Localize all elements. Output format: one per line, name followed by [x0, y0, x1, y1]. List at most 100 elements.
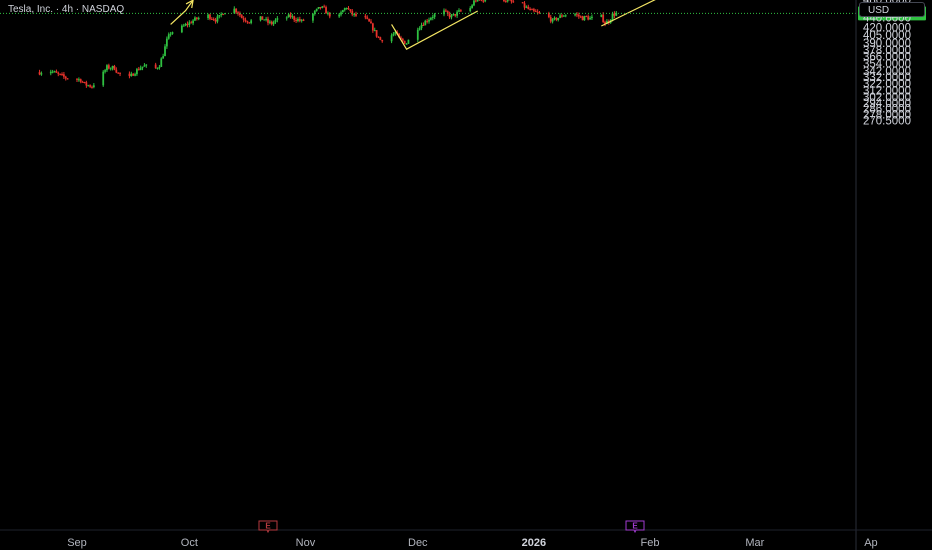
x-tick-label: Feb: [641, 537, 660, 549]
candle-body: [420, 24, 423, 29]
candle-body: [259, 16, 262, 21]
candle-body: [250, 20, 253, 24]
candle-body: [444, 10, 447, 12]
candle-body: [534, 10, 537, 12]
candle-body: [87, 85, 90, 87]
price-axis[interactable]: 580.0000560.0000540.0000520.0000500.0000…: [855, 0, 911, 550]
candle-body: [323, 6, 326, 8]
candle-body: [426, 20, 429, 22]
candle-body: [564, 15, 567, 17]
candle-body: [392, 33, 395, 36]
candle-body: [81, 81, 84, 83]
candle-body: [407, 39, 410, 44]
candle-body: [529, 9, 532, 11]
candle-body: [89, 85, 92, 87]
candle-body: [587, 16, 590, 20]
candle-body: [53, 71, 56, 73]
candle-body: [130, 73, 133, 77]
candle-body: [521, 2, 524, 4]
candle-body: [474, 0, 477, 2]
candle-body: [57, 72, 60, 74]
candle-body: [469, 8, 472, 12]
candle-body: [576, 14, 578, 16]
x-tick-label: Nov: [296, 537, 316, 549]
candle-body: [248, 22, 251, 24]
candle-body: [128, 73, 131, 77]
earnings-marker-label: E: [265, 522, 271, 531]
candle-body: [85, 82, 88, 86]
candle-body: [551, 18, 554, 22]
x-tick-label: Sep: [67, 537, 87, 549]
candle-body: [531, 9, 533, 11]
candle-body: [180, 25, 183, 33]
candle-body: [338, 14, 341, 17]
candle-body: [154, 64, 157, 69]
candle-body: [190, 22, 193, 24]
candle-body: [510, 0, 513, 2]
candle-body: [300, 19, 303, 21]
candle-body: [583, 16, 586, 21]
candle-body: [403, 40, 406, 44]
candle-body: [64, 76, 67, 79]
candle-body: [263, 19, 266, 21]
candle-body: [433, 14, 436, 17]
candle-body: [77, 79, 80, 81]
candle-body: [613, 13, 616, 16]
candle-body: [315, 8, 318, 11]
candle-body: [188, 22, 191, 25]
candle-body: [134, 74, 136, 76]
candle-body: [589, 18, 591, 20]
x-tick-label: Oct: [181, 537, 198, 549]
candle-body: [452, 13, 455, 16]
candle-body: [165, 38, 168, 47]
candle-body: [574, 14, 576, 16]
candle-body: [602, 14, 605, 22]
earnings-marker[interactable]: E: [258, 520, 278, 534]
candle-body: [428, 19, 430, 22]
candle-body: [272, 22, 275, 25]
candle-body: [473, 0, 475, 6]
candle-body: [233, 8, 236, 14]
candle-body: [381, 40, 384, 42]
candle-body: [109, 68, 112, 70]
currency-selector[interactable]: USD: [859, 2, 925, 17]
candle-body: [222, 14, 224, 16]
candle-body: [480, 0, 483, 1]
candle-body: [267, 18, 269, 23]
candle-body: [214, 19, 217, 22]
candle-body: [459, 10, 462, 12]
candle-body: [212, 19, 215, 21]
candle-body: [364, 15, 367, 18]
candle-body: [377, 36, 380, 38]
candle-body: [216, 16, 219, 22]
candle-body: [164, 46, 166, 57]
candle-body: [591, 16, 593, 19]
candle-body: [390, 35, 393, 42]
time-axis[interactable]: Sep Oct Nov Dec 2026 Feb Mar Ap: [0, 529, 932, 549]
candle-body: [184, 23, 187, 26]
candle-body: [418, 28, 421, 30]
candle-body: [555, 17, 558, 21]
earnings-marker[interactable]: E: [625, 520, 645, 534]
candle-body: [484, 0, 487, 2]
candle-body: [312, 13, 314, 21]
candle-body: [156, 67, 159, 69]
candle-body: [235, 8, 238, 13]
candle-body: [557, 17, 560, 21]
candle-body: [349, 9, 352, 12]
candle-body: [83, 81, 86, 83]
candle-body: [295, 19, 297, 21]
candle-body: [182, 25, 185, 27]
candle-body: [167, 34, 170, 39]
candle-body: [117, 72, 120, 74]
candle-body: [341, 10, 344, 13]
candle-body: [40, 73, 43, 75]
candle-body: [579, 16, 582, 18]
candle-body: [220, 14, 223, 16]
candle-body: [291, 16, 294, 18]
candle-body: [422, 24, 425, 26]
candle-body: [265, 18, 268, 20]
chart-canvas[interactable]: 550.5774449.1100 580.0000560.0000540.000…: [0, 0, 932, 550]
horizontal-level-line[interactable]: 550.5774449.1100: [0, 0, 926, 20]
candle-body: [145, 64, 148, 66]
